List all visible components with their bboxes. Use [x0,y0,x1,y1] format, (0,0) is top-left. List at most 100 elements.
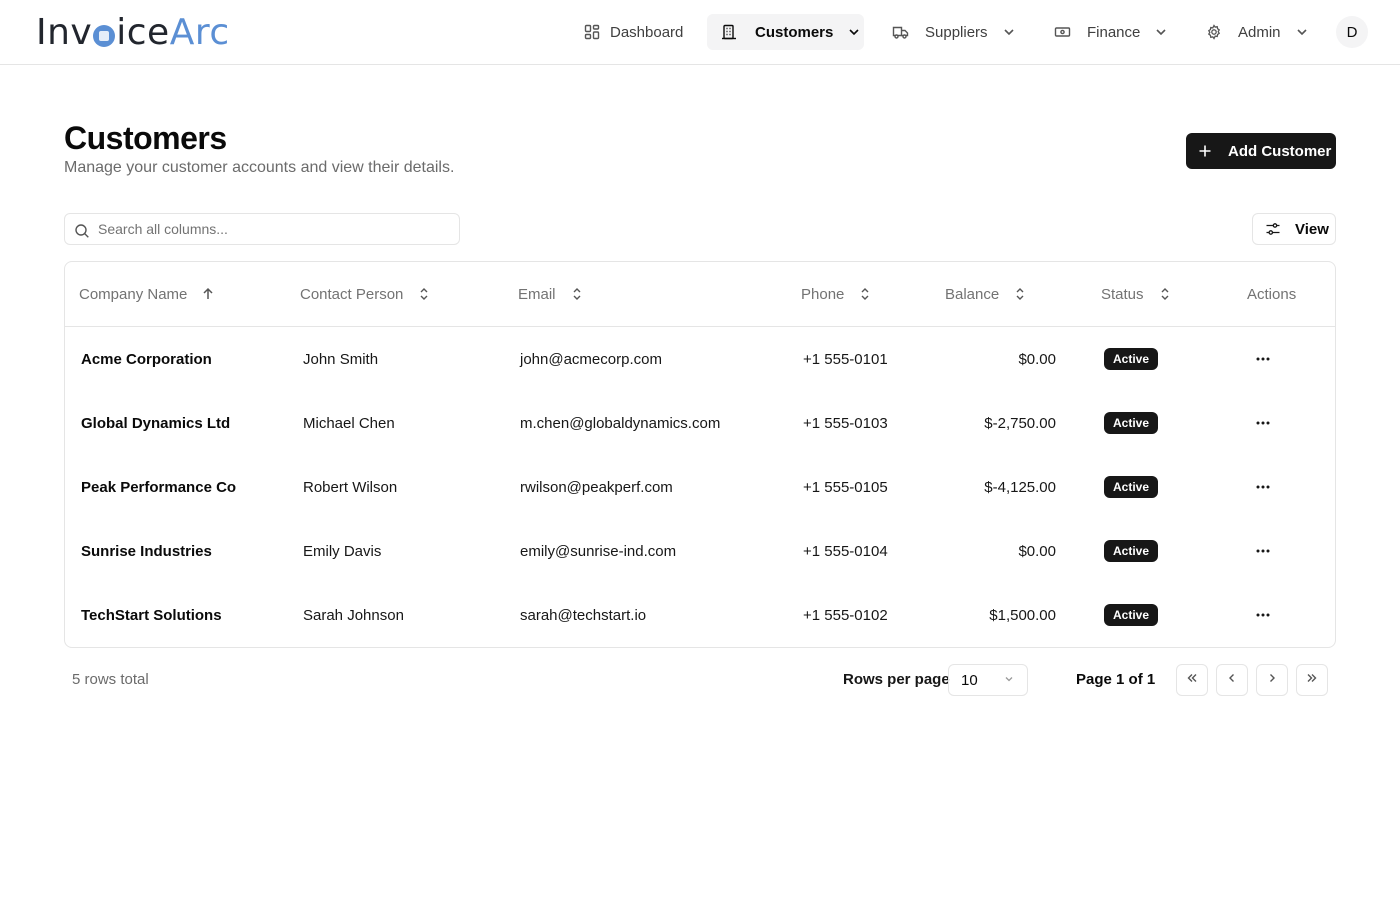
add-customer-button[interactable]: Add Customer [1186,133,1336,169]
view-options-button[interactable]: View [1252,213,1336,245]
brand-logo[interactable]: Inv ice Arc [36,11,230,53]
nav-item-admin[interactable]: Admin [1192,14,1323,50]
brand-logo-text-part2: ice [116,11,170,53]
cell-phone: +1 555-0104 [803,542,888,560]
user-avatar[interactable]: D [1336,16,1368,48]
row-actions-menu-icon[interactable] [1249,473,1277,501]
status-cell: Active [1104,519,1159,583]
rows-per-page-select[interactable]: 10 [948,664,1028,696]
page-title: Customers [64,120,227,156]
actions-cell [1249,519,1277,583]
brand-logo-text-part3: Arc [169,11,230,53]
column-header-company-name[interactable]: Company Name [79,262,215,326]
cell-company-name: Acme Corporation [81,350,212,368]
column-header-label: Balance [945,285,1000,303]
nav-item-label: Suppliers [925,23,988,41]
cell-contact-person: John Smith [303,350,379,368]
actions-cell [1249,583,1277,647]
chevron-right-icon [1265,671,1279,690]
row-actions-menu-icon[interactable] [1249,345,1277,373]
next-page-button[interactable] [1256,664,1288,696]
table-row[interactable]: Peak Performance Co Robert Wilson rwilso… [65,455,1335,519]
status-badge: Active [1104,604,1159,626]
sliders-icon [1265,221,1281,237]
sort-toggle-icon [570,287,584,301]
column-header-label: Status [1101,285,1144,303]
cell-email: rwilson@peakperf.com [520,478,673,496]
cell-email: john@acmecorp.com [520,350,662,368]
cell-contact-person: Sarah Johnson [303,606,404,624]
gear-icon [1206,24,1222,40]
banknote-icon [1054,24,1071,40]
column-header-label: Company Name [79,285,188,303]
cell-balance: $0.00 [1018,350,1056,368]
status-cell: Active [1104,583,1159,647]
nav-item-label: Customers [755,23,834,41]
building-icon [721,24,737,40]
table-header: Company Name Contact Person Email Phone … [65,262,1335,327]
chevron-left-icon [1225,671,1239,690]
cell-company-name: TechStart Solutions [81,606,222,624]
column-header-label: Actions [1247,285,1297,303]
nav-item-customers[interactable]: Customers [707,14,864,50]
chevron-down-icon [1154,25,1168,39]
sort-toggle-icon [1158,287,1172,301]
status-badge: Active [1104,348,1159,370]
cell-contact-person: Emily Davis [303,542,382,560]
cell-email: emily@sunrise-ind.com [520,542,677,560]
top-navigation-bar: Inv ice Arc Dashboard Customers Suppliers … [0,0,1400,65]
cell-phone: +1 555-0105 [803,478,888,496]
column-header-label: Email [518,285,556,303]
status-cell: Active [1104,327,1159,391]
cell-phone: +1 555-0101 [803,350,888,368]
plus-icon [1198,144,1212,158]
customers-table: Company Name Contact Person Email Phone … [64,261,1336,648]
column-header-balance[interactable]: Balance [945,262,1027,326]
cell-phone: +1 555-0102 [803,606,888,624]
column-header-actions: Actions [1247,262,1296,326]
actions-cell [1249,327,1277,391]
row-actions-menu-icon[interactable] [1249,409,1277,437]
column-header-label: Contact Person [300,285,404,303]
status-badge: Active [1104,412,1159,434]
cell-email: m.chen@globaldynamics.com [520,414,721,432]
page-indicator: Page 1 of 1 [1076,671,1156,688]
sort-toggle-icon [417,287,431,301]
nav-item-label: Dashboard [610,23,684,41]
previous-page-button[interactable] [1216,664,1248,696]
table-row[interactable]: Sunrise Industries Emily Davis emily@sun… [65,519,1335,583]
table-row[interactable]: Global Dynamics Ltd Michael Chen m.chen@… [65,391,1335,455]
first-page-button[interactable] [1176,664,1208,696]
nav-item-dashboard[interactable]: Dashboard [570,14,697,50]
row-actions-menu-icon[interactable] [1249,601,1277,629]
table-row[interactable]: Acme Corporation John Smith john@acmecor… [65,327,1335,391]
nav-item-finance[interactable]: Finance [1040,14,1182,50]
cell-balance: $1,500.00 [989,606,1056,624]
cell-contact-person: Michael Chen [303,414,395,432]
last-page-button[interactable] [1296,664,1328,696]
column-header-phone[interactable]: Phone [801,262,872,326]
nav-item-suppliers[interactable]: Suppliers [878,14,1030,50]
cell-balance: $0.00 [1018,542,1056,560]
sort-toggle-icon [858,287,872,301]
chevron-down-icon [847,25,861,39]
cell-company-name: Sunrise Industries [81,542,212,560]
cell-contact-person: Robert Wilson [303,478,398,496]
table-row[interactable]: TechStart Solutions Sarah Johnson sarah@… [65,583,1335,647]
row-actions-menu-icon[interactable] [1249,537,1277,565]
column-header-status[interactable]: Status [1101,262,1172,326]
view-button-label: View [1295,220,1329,238]
rows-per-page-label: Rows per page [843,671,950,688]
column-header-contact-person[interactable]: Contact Person [300,262,431,326]
status-badge: Active [1104,476,1159,498]
page-subtitle: Manage your customer accounts and view t… [64,159,455,176]
nav-item-label: Admin [1238,23,1281,41]
column-header-email[interactable]: Email [518,262,584,326]
chevrons-right-icon [1305,671,1319,690]
column-header-label: Phone [801,285,845,303]
actions-cell [1249,391,1277,455]
nav-item-label: Finance [1087,23,1141,41]
search-input[interactable] [98,221,438,237]
cell-balance: $-4,125.00 [984,478,1056,496]
status-cell: Active [1104,391,1159,455]
